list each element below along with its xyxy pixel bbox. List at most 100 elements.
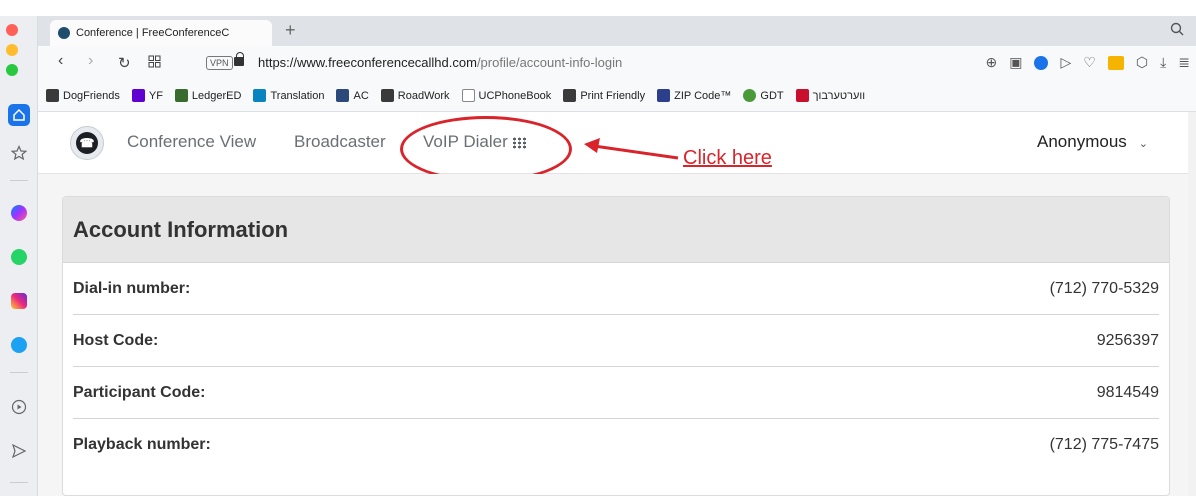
page-icon [380, 89, 394, 102]
nav-broadcaster[interactable]: Broadcaster [294, 132, 386, 152]
bookmark-ac[interactable]: AC [336, 89, 369, 102]
sidebar-divider [10, 482, 28, 483]
bookmark-yf[interactable]: YF [131, 89, 163, 102]
bookmark-zip-code[interactable]: ZIP Code™ [657, 89, 731, 102]
zoom-icon[interactable]: ⊕ [986, 54, 998, 71]
twitter-icon[interactable] [8, 334, 30, 356]
tab-title: Conference | FreeConferenceC [76, 27, 230, 39]
bookmark-gdt[interactable]: GDT [743, 89, 784, 102]
wallet-icon[interactable] [1107, 55, 1124, 70]
url-field[interactable]: https://www.freeconferencecallhd.com/pro… [258, 55, 622, 70]
tree-icon [743, 89, 757, 102]
annotation-circle [400, 116, 572, 182]
logo-mark: ☎ [76, 132, 98, 154]
nav-conference-view[interactable]: Conference View [127, 132, 256, 152]
chevron-down-icon: ⌄ [1138, 138, 1148, 150]
vpn-badge[interactable]: VPN [206, 56, 233, 70]
info-row-host-code: Host Code: 9256397 [73, 315, 1159, 367]
bing-icon [253, 89, 267, 102]
reload-icon[interactable]: ↻ [118, 54, 131, 72]
bookmark-roadwork[interactable]: RoadWork [380, 89, 450, 102]
row-label: Participant Code: [73, 383, 206, 401]
bookmark-label: ווערטערבוך [812, 89, 866, 102]
row-label: Playback number: [73, 436, 211, 453]
site-favicon-icon [58, 27, 70, 39]
menu-icon[interactable]: ≣ [1178, 54, 1190, 71]
usps-icon [657, 89, 671, 102]
active-tab[interactable]: Conference | FreeConferenceC [50, 20, 272, 46]
user-name: Anonymous [1037, 132, 1127, 151]
instagram-icon[interactable] [8, 290, 30, 312]
phone-logo-icon[interactable]: ☎ [70, 126, 104, 160]
bookmark-translation[interactable]: Translation [253, 89, 324, 102]
home-icon[interactable] [8, 104, 30, 126]
new-tab-button[interactable]: + [285, 20, 296, 41]
row-label: Host Code: [73, 331, 159, 349]
address-bar-icons: ⊕ ▣ ▷ ♡ ⬡ ⤓ ≣ [986, 54, 1190, 71]
back-icon[interactable]: ‹ [58, 52, 63, 70]
sidebar-divider [10, 372, 28, 373]
star-icon[interactable] [8, 142, 30, 164]
bookmark-label: RoadWork [397, 89, 450, 102]
card-title: Account Information [73, 216, 289, 242]
download-icon[interactable]: ⤓ [1160, 54, 1166, 71]
close-window-button[interactable] [6, 24, 18, 36]
whatsapp-icon[interactable] [8, 246, 30, 268]
dict-icon [795, 89, 809, 102]
lock-icon[interactable] [234, 52, 244, 66]
bookmark-print-friendly[interactable]: Print Friendly [563, 89, 645, 102]
info-row-dial-in: Dial-in number: (712) 770-5329 [73, 263, 1159, 315]
send-icon[interactable] [8, 440, 30, 462]
yahoo-icon [131, 89, 145, 102]
player-icon[interactable] [8, 396, 30, 418]
maximize-window-button[interactable] [6, 64, 18, 76]
page-icon [563, 89, 577, 102]
url-path: /profile/account-info-login [476, 55, 623, 70]
row-value: (712) 770-5329 [1049, 279, 1159, 297]
url-host: https://www.freeconferencecallhd.com [258, 55, 477, 70]
heart-icon[interactable]: ♡ [1083, 54, 1096, 71]
cropped-heading [0, 0, 1196, 16]
bookmark-label: Print Friendly [580, 89, 646, 102]
screenshot-frame: Conference | FreeConferenceC + ‹ › ↻ VPN… [0, 0, 1196, 496]
box-icon[interactable]: ⬡ [1136, 54, 1148, 71]
info-row-participant-code: Participant Code: 9814549 [73, 367, 1159, 419]
bookmark-label: GDT [760, 89, 784, 102]
user-menu[interactable]: Anonymous ⌄ [1037, 132, 1148, 152]
minimize-window-button[interactable] [6, 44, 18, 56]
bookmark-ledgered[interactable]: LedgerED [174, 89, 242, 102]
bookmark-label: ZIP Code™ [674, 89, 732, 102]
ac-icon [336, 89, 350, 102]
scrollbar[interactable] [1188, 112, 1196, 496]
speed-dial-icon[interactable] [148, 55, 161, 73]
bookmark-label: DogFriends [63, 89, 120, 102]
bookmark-label: YF [148, 89, 163, 102]
forward-icon[interactable]: › [88, 52, 93, 70]
book-icon [461, 89, 475, 102]
bookmark-dictionary[interactable]: ווערטערבוך [795, 89, 866, 102]
card-header: Account Information [63, 197, 1169, 263]
ledger-icon [174, 89, 188, 102]
row-value: 9814549 [1096, 383, 1159, 401]
bookmark-label: Translation [270, 89, 325, 102]
bookmark-label: AC [353, 89, 369, 102]
sidebar-divider [10, 180, 28, 181]
shield-icon[interactable] [1034, 55, 1049, 70]
camera-icon[interactable]: ▣ [1009, 54, 1022, 71]
address-bar: ‹ › ↻ VPN https://www.freeconferencecall… [38, 46, 1196, 80]
bookmark-ucphonebook[interactable]: UCPhoneBook [461, 89, 551, 102]
account-rows: Dial-in number: (712) 770-5329 Host Code… [63, 263, 1169, 471]
play-icon[interactable]: ▷ [1060, 54, 1071, 71]
bookmark-label: LedgerED [191, 89, 242, 102]
messenger-icon[interactable] [8, 202, 30, 224]
row-label: Dial-in number: [73, 279, 191, 297]
annotation-arrow [584, 138, 679, 160]
tab-bar: Conference | FreeConferenceC + [38, 16, 1196, 46]
annotation-text: Click here [683, 147, 772, 169]
bookmarks-bar: DogFriends YF LedgerED Translation AC Ro… [38, 80, 1196, 112]
page-icon [46, 89, 59, 102]
row-value: 9256397 [1096, 331, 1159, 349]
search-tabs-icon[interactable] [1170, 22, 1184, 39]
row-value: (712) 775-7475 [1049, 436, 1159, 453]
bookmark-dogfriends[interactable]: DogFriends [46, 89, 120, 102]
